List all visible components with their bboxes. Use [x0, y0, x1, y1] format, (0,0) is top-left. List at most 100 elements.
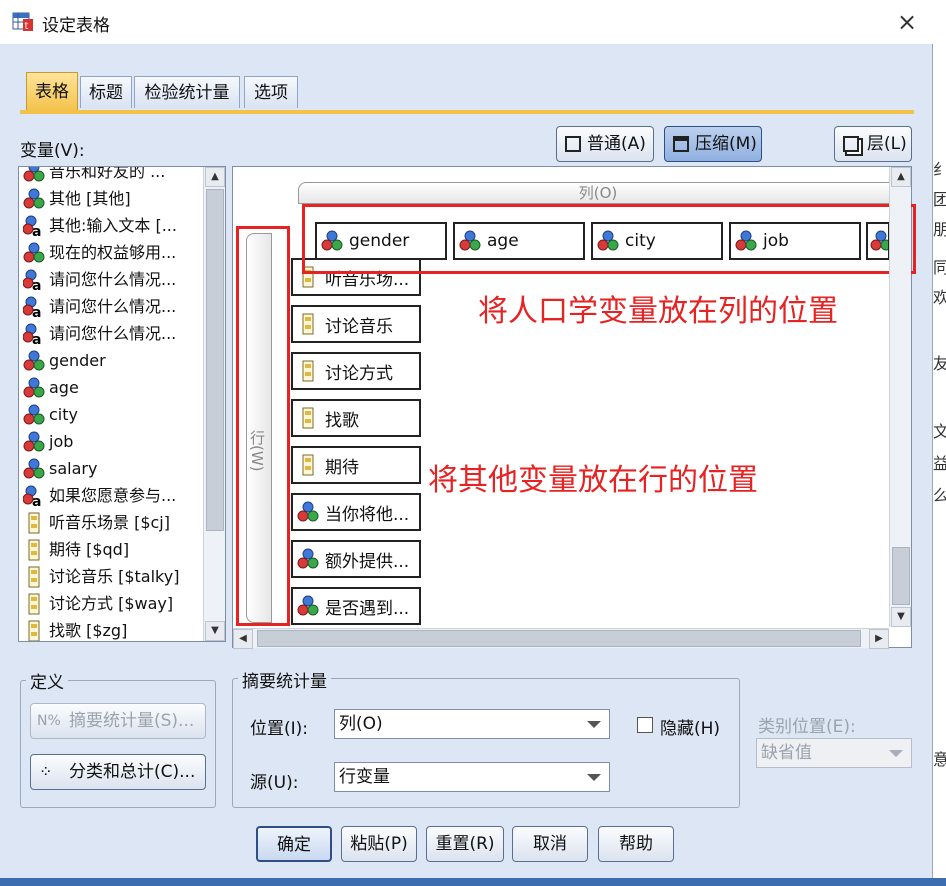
multiple-response-set-icon: [23, 539, 45, 561]
row-variable[interactable]: 找歌: [291, 399, 421, 437]
canvas-vertical-scrollbar[interactable]: ▲ ▼: [889, 167, 911, 627]
categories-totals-label: 分类和总计(C)...: [69, 762, 196, 782]
category-position-select[interactable]: 缺省值: [756, 738, 912, 768]
variable-label: 其他:输入文本 [...: [49, 216, 177, 235]
variable-list-item[interactable]: a 如果您愿意参与...: [23, 482, 203, 509]
reset-button[interactable]: 重置(R): [426, 826, 504, 862]
variable-label: 音乐和好友的 ...: [49, 166, 166, 181]
variable-list-item[interactable]: 其他 [其他]: [23, 185, 203, 212]
column-drop-zone[interactable]: 列(O): [298, 182, 898, 204]
ok-button[interactable]: 确定: [256, 826, 332, 862]
variable-list-item[interactable]: 找歌 [$zg]: [23, 617, 203, 641]
compact-view-button[interactable]: 压缩(M): [664, 126, 762, 162]
cancel-button[interactable]: 取消: [512, 826, 588, 862]
multiple-response-set-icon: [23, 566, 45, 588]
variable-list-item[interactable]: 期待 [$qd]: [23, 536, 203, 563]
string-nominal-icon: a: [23, 296, 45, 320]
hide-checkbox[interactable]: [637, 717, 653, 733]
variable-list-item[interactable]: 讨论方式 [$way]: [23, 590, 203, 617]
row-variable-label: 讨论方式: [325, 363, 393, 384]
tab-options[interactable]: 选项: [244, 76, 298, 108]
source-select[interactable]: 行变量: [334, 762, 610, 792]
summary-statistics-button[interactable]: N% 摘要统计量(S)...: [30, 703, 206, 739]
window-title: 设定表格: [42, 16, 110, 36]
category-position-value: 缺省值: [761, 743, 812, 763]
scroll-down-button[interactable]: ▼: [205, 621, 225, 641]
tab-titles[interactable]: 标题: [80, 76, 132, 108]
multiple-response-set-icon: [297, 454, 319, 476]
row-variable-label: 讨论音乐: [325, 316, 393, 337]
strip-text: 意参: [933, 746, 946, 770]
multiple-response-set-icon: [297, 313, 319, 335]
string-nominal-icon: a: [23, 215, 45, 239]
strip-text: 么情: [933, 482, 946, 506]
chevron-down-icon: [587, 774, 601, 781]
variable-list-item[interactable]: gender: [23, 347, 203, 374]
scroll-thumb[interactable]: [892, 547, 910, 605]
scroll-left-button[interactable]: ◀: [233, 629, 253, 649]
variable-list-item[interactable]: 讨论音乐 [$talky]: [23, 563, 203, 590]
variable-list-item[interactable]: 听音乐场景 [$cj]: [23, 509, 203, 536]
row-variable-label: 当你将他...: [325, 504, 410, 525]
string-nominal-icon: a: [23, 485, 45, 509]
variable-list-item[interactable]: a 其他:输入文本 [...: [23, 212, 203, 239]
scroll-up-button[interactable]: ▲: [205, 167, 225, 187]
row-variable[interactable]: 讨论音乐: [291, 305, 421, 343]
scroll-right-button[interactable]: ▶: [869, 629, 889, 649]
tab-strip: 表格 标题 检验统计量 选项: [22, 72, 312, 112]
help-button[interactable]: 帮助: [598, 826, 674, 862]
svg-text:a: a: [32, 224, 41, 237]
variable-label: city: [49, 405, 78, 424]
strip-text: 朋友: [933, 216, 946, 240]
variable-label: 讨论方式 [$way]: [49, 594, 174, 613]
paste-button[interactable]: 粘贴(P): [341, 826, 417, 862]
categories-totals-button[interactable]: ⁘ 分类和总计(C)...: [30, 754, 206, 790]
variable-list-item[interactable]: 现在的权益够用...: [23, 239, 203, 266]
nominal-icon: [297, 548, 319, 570]
spss-table-icon: t: [12, 10, 34, 32]
row-variable[interactable]: 期待: [291, 446, 421, 484]
layers-button[interactable]: 层(L): [834, 126, 912, 162]
tab-table[interactable]: 表格: [26, 72, 78, 110]
tab-test-statistics[interactable]: 检验统计量: [134, 76, 240, 108]
multiple-response-set-icon: [297, 407, 319, 429]
nominal-icon: [23, 242, 45, 264]
variable-list-item[interactable]: a 请问您什么情况...: [23, 320, 203, 347]
compact-view-label: 压缩(M): [695, 134, 757, 154]
scroll-thumb[interactable]: [206, 189, 224, 531]
variable-list-item[interactable]: job: [23, 428, 203, 455]
close-button[interactable]: ×: [893, 8, 921, 36]
nominal-icon: [23, 404, 45, 426]
variable-list-item[interactable]: a 请问您什么情况...: [23, 293, 203, 320]
variable-label: salary: [49, 459, 98, 478]
scroll-thumb[interactable]: [257, 630, 861, 647]
row-variable[interactable]: 讨论方式: [291, 352, 421, 390]
svg-text:a: a: [32, 332, 41, 345]
row-variable[interactable]: 额外提供...: [291, 540, 421, 578]
variable-list-item[interactable]: age: [23, 374, 203, 401]
variable-list-item[interactable]: a 请问您什么情况...: [23, 266, 203, 293]
row-variable[interactable]: 是否遇到...: [291, 587, 421, 625]
variable-list-item[interactable]: 音乐和好友的 ...: [23, 166, 203, 185]
variable-list-item[interactable]: salary: [23, 455, 203, 482]
variable-label: job: [49, 432, 74, 451]
taskbar-edge: [0, 878, 946, 886]
variable-list[interactable]: 音乐和好友的 ... 其他 [其他] a 其他:输入文本 [... 现在的权益够用...…: [18, 166, 226, 642]
canvas-horizontal-scrollbar[interactable]: ◀ ▶: [233, 628, 889, 649]
strip-text: 欢新: [933, 284, 946, 308]
row-highlight-box: [236, 226, 290, 626]
variable-list-scrollbar[interactable]: ▲ ▼: [203, 167, 225, 641]
variable-label: gender: [49, 351, 106, 370]
row-variable[interactable]: 当你将他...: [291, 493, 421, 531]
string-nominal-icon: a: [23, 323, 45, 347]
column-annotation: 将人口学变量放在列的位置: [478, 294, 838, 329]
scroll-up-button[interactable]: ▲: [891, 167, 911, 187]
normal-view-label: 普通(A): [587, 134, 646, 154]
position-select[interactable]: 列(O): [334, 709, 610, 739]
variable-label: 请问您什么情况...: [49, 324, 177, 343]
normal-view-button[interactable]: 普通(A): [556, 126, 654, 162]
title-bar: [0, 0, 946, 44]
svg-text:t: t: [25, 21, 29, 32]
variable-list-item[interactable]: city: [23, 401, 203, 428]
scroll-down-button[interactable]: ▼: [891, 607, 911, 627]
